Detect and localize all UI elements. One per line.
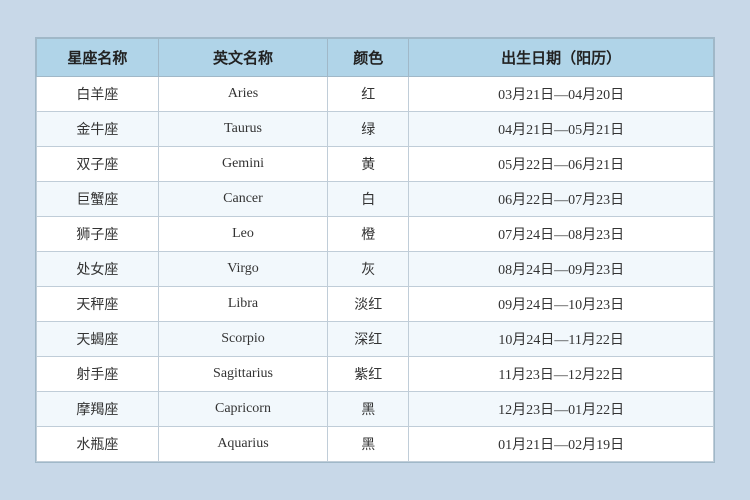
cell-english: Capricorn — [158, 392, 327, 427]
cell-english: Sagittarius — [158, 357, 327, 392]
cell-chinese: 水瓶座 — [37, 427, 159, 462]
table-row: 狮子座Leo橙07月24日—08月23日 — [37, 217, 714, 252]
cell-color: 红 — [328, 77, 409, 112]
table-row: 白羊座Aries红03月21日—04月20日 — [37, 77, 714, 112]
cell-chinese: 狮子座 — [37, 217, 159, 252]
cell-english: Aries — [158, 77, 327, 112]
cell-date: 12月23日—01月22日 — [409, 392, 714, 427]
cell-date: 04月21日—05月21日 — [409, 112, 714, 147]
cell-date: 07月24日—08月23日 — [409, 217, 714, 252]
cell-chinese: 天秤座 — [37, 287, 159, 322]
cell-color: 黄 — [328, 147, 409, 182]
header-chinese: 星座名称 — [37, 39, 159, 77]
table-row: 射手座Sagittarius紫红11月23日—12月22日 — [37, 357, 714, 392]
cell-date: 01月21日—02月19日 — [409, 427, 714, 462]
cell-color: 黑 — [328, 392, 409, 427]
cell-date: 08月24日—09月23日 — [409, 252, 714, 287]
table-body: 白羊座Aries红03月21日—04月20日金牛座Taurus绿04月21日—0… — [37, 77, 714, 462]
cell-date: 09月24日—10月23日 — [409, 287, 714, 322]
table-row: 双子座Gemini黄05月22日—06月21日 — [37, 147, 714, 182]
zodiac-table-container: 星座名称 英文名称 颜色 出生日期（阳历） 白羊座Aries红03月21日—04… — [35, 37, 715, 463]
cell-date: 05月22日—06月21日 — [409, 147, 714, 182]
table-row: 天蝎座Scorpio深红10月24日—11月22日 — [37, 322, 714, 357]
cell-chinese: 巨蟹座 — [37, 182, 159, 217]
cell-chinese: 摩羯座 — [37, 392, 159, 427]
cell-chinese: 处女座 — [37, 252, 159, 287]
header-english: 英文名称 — [158, 39, 327, 77]
cell-date: 03月21日—04月20日 — [409, 77, 714, 112]
cell-english: Scorpio — [158, 322, 327, 357]
cell-color: 紫红 — [328, 357, 409, 392]
cell-chinese: 白羊座 — [37, 77, 159, 112]
cell-english: Gemini — [158, 147, 327, 182]
table-row: 水瓶座Aquarius黑01月21日—02月19日 — [37, 427, 714, 462]
cell-chinese: 金牛座 — [37, 112, 159, 147]
cell-english: Leo — [158, 217, 327, 252]
cell-english: Libra — [158, 287, 327, 322]
cell-english: Cancer — [158, 182, 327, 217]
table-row: 天秤座Libra淡红09月24日—10月23日 — [37, 287, 714, 322]
cell-color: 白 — [328, 182, 409, 217]
cell-chinese: 天蝎座 — [37, 322, 159, 357]
table-row: 巨蟹座Cancer白06月22日—07月23日 — [37, 182, 714, 217]
cell-color: 灰 — [328, 252, 409, 287]
cell-color: 深红 — [328, 322, 409, 357]
cell-english: Taurus — [158, 112, 327, 147]
cell-color: 绿 — [328, 112, 409, 147]
zodiac-table: 星座名称 英文名称 颜色 出生日期（阳历） 白羊座Aries红03月21日—04… — [36, 38, 714, 462]
cell-date: 06月22日—07月23日 — [409, 182, 714, 217]
cell-color: 黑 — [328, 427, 409, 462]
table-row: 金牛座Taurus绿04月21日—05月21日 — [37, 112, 714, 147]
cell-chinese: 双子座 — [37, 147, 159, 182]
cell-english: Aquarius — [158, 427, 327, 462]
header-date: 出生日期（阳历） — [409, 39, 714, 77]
header-color: 颜色 — [328, 39, 409, 77]
table-row: 摩羯座Capricorn黑12月23日—01月22日 — [37, 392, 714, 427]
cell-color: 橙 — [328, 217, 409, 252]
cell-date: 11月23日—12月22日 — [409, 357, 714, 392]
cell-chinese: 射手座 — [37, 357, 159, 392]
table-header-row: 星座名称 英文名称 颜色 出生日期（阳历） — [37, 39, 714, 77]
table-row: 处女座Virgo灰08月24日—09月23日 — [37, 252, 714, 287]
cell-color: 淡红 — [328, 287, 409, 322]
cell-date: 10月24日—11月22日 — [409, 322, 714, 357]
cell-english: Virgo — [158, 252, 327, 287]
